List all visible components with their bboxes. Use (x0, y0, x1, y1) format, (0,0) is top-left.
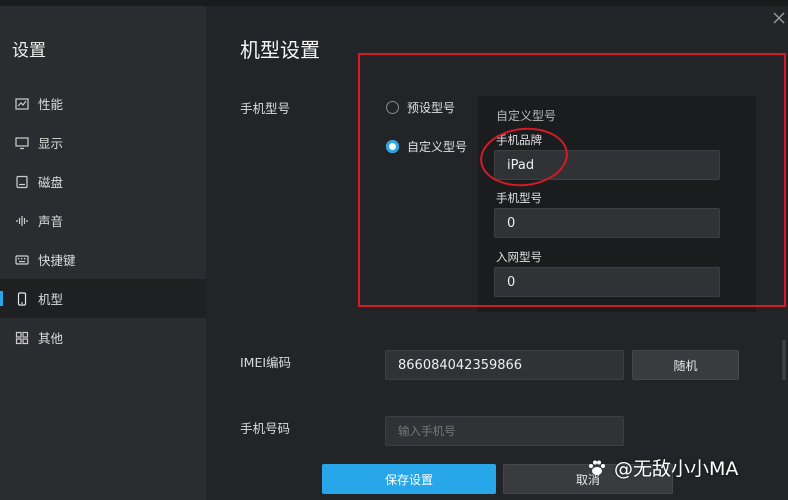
disk-icon (14, 174, 30, 190)
close-icon[interactable] (772, 11, 786, 25)
paw-logo-icon (589, 460, 605, 475)
phone-number-label: 手机号码 (240, 421, 291, 436)
sidebar-item-disk[interactable]: 磁盘 (0, 162, 206, 201)
sidebar-item-label: 声音 (38, 214, 64, 229)
keyboard-icon (14, 252, 30, 268)
save-button[interactable]: 保存设置 (322, 464, 496, 494)
sound-wave-icon (14, 213, 30, 229)
sidebar-item-other[interactable]: 其他 (0, 318, 206, 357)
phone-model-label: 手机型号 (240, 101, 291, 116)
sidebar-item-performance[interactable]: 性能 (0, 84, 206, 123)
random-imei-button[interactable]: 随机 (632, 350, 739, 380)
sidebar-item-label: 性能 (38, 97, 64, 112)
watermark: @无敌小小MA (586, 454, 738, 481)
imei-input[interactable]: 866084042359866 (385, 350, 624, 380)
watermark-text: @无敌小小MA (614, 458, 739, 480)
sidebar-item-device-model[interactable]: 机型 (0, 279, 206, 318)
phone-number-input[interactable]: 输入手机号 (385, 416, 624, 446)
sidebar-item-label: 磁盘 (38, 175, 64, 190)
chart-icon (14, 96, 30, 112)
phone-icon (14, 291, 30, 307)
sidebar-title: 设置 (12, 41, 46, 61)
sidebar-item-display[interactable]: 显示 (0, 123, 206, 162)
grid-icon (14, 330, 30, 346)
sidebar-item-label: 快捷键 (38, 253, 76, 268)
scrollbar-thumb[interactable] (782, 340, 786, 380)
page-title: 机型设置 (240, 38, 320, 62)
settings-sidebar: 设置 性能 显示 磁盘 声音 快捷键 机型 其他 (0, 6, 206, 500)
sidebar-item-label: 机型 (38, 292, 64, 307)
sidebar-item-label: 显示 (38, 136, 64, 151)
monitor-icon (14, 135, 30, 151)
imei-label: IMEI编码 (240, 355, 292, 370)
annotation-rectangle (358, 53, 786, 307)
sidebar-item-shortcuts[interactable]: 快捷键 (0, 240, 206, 279)
sidebar-item-label: 其他 (38, 331, 64, 346)
sidebar-item-sound[interactable]: 声音 (0, 201, 206, 240)
